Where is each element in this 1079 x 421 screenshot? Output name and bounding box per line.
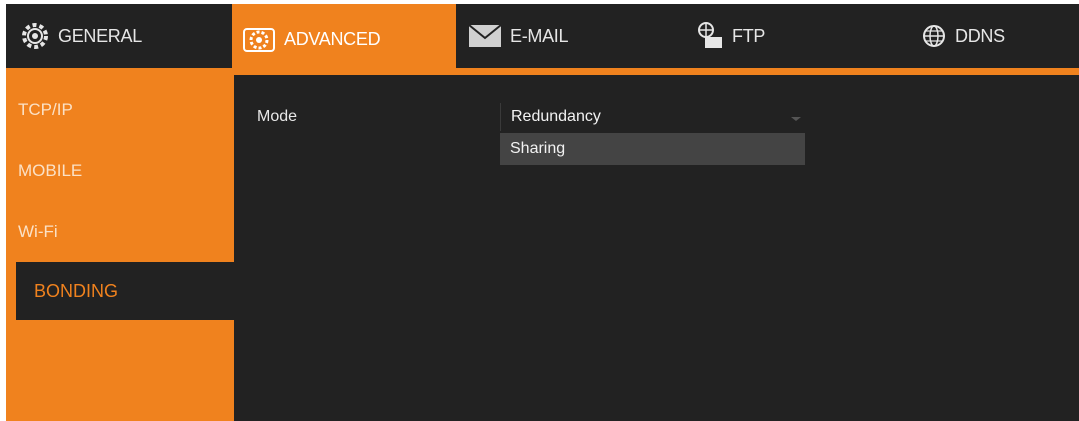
mode-select-value: Redundancy <box>511 108 601 125</box>
tab-general[interactable]: GENERAL <box>20 4 142 68</box>
tab-label: E-MAIL <box>510 25 569 46</box>
tab-underline <box>6 68 1079 75</box>
tab-label: FTP <box>732 25 766 46</box>
tab-advanced[interactable]: ADVANCED <box>232 4 456 75</box>
sidebar-item-label: Wi-Fi <box>18 222 58 241</box>
ftp-globe-icon <box>696 21 724 51</box>
mode-option-sharing[interactable]: Sharing <box>500 133 805 165</box>
sidebar-item-label: BONDING <box>34 280 119 301</box>
mode-label: Mode <box>257 108 298 125</box>
sidebar-item-bonding[interactable]: BONDING <box>16 262 234 320</box>
globe-icon <box>921 23 947 49</box>
tab-email[interactable]: E-MAIL <box>468 4 569 68</box>
sidebar: TCP/IP MOBILE Wi-Fi BONDING <box>6 75 234 421</box>
advanced-gear-icon <box>242 25 276 55</box>
settings-window: GENERAL ADVANCED E-MAIL FTP DDNS TCP/IP … <box>6 4 1079 421</box>
tab-ddns[interactable]: DDNS <box>921 4 1005 68</box>
main-panel: Mode Redundancy Sharing <box>234 75 1079 421</box>
tab-ftp[interactable]: FTP <box>696 4 765 68</box>
sidebar-item-wifi[interactable]: Wi-Fi <box>16 203 234 261</box>
top-tab-bar: GENERAL ADVANCED E-MAIL FTP DDNS <box>6 4 1079 75</box>
tab-label: DDNS <box>955 25 1005 46</box>
mode-select[interactable]: Redundancy <box>500 103 805 131</box>
envelope-icon <box>468 23 502 49</box>
tab-label: ADVANCED <box>284 29 381 49</box>
gear-icon <box>20 21 50 51</box>
option-label: Sharing <box>510 140 566 157</box>
tab-label: GENERAL <box>58 25 142 46</box>
sidebar-item-label: MOBILE <box>18 161 83 180</box>
sidebar-item-mobile[interactable]: MOBILE <box>16 142 234 200</box>
sidebar-item-label: TCP/IP <box>18 100 73 119</box>
chevron-down-icon <box>791 117 801 121</box>
sidebar-item-tcpip[interactable]: TCP/IP <box>16 81 234 139</box>
